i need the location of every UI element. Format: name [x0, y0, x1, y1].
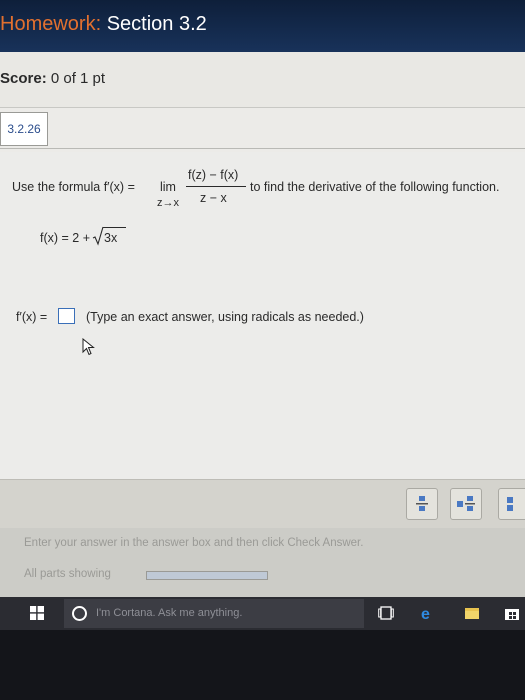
score-value: 0 of 1 pt [50, 70, 106, 87]
score-band: Score: 0 of 1 pt [0, 52, 525, 108]
file-explorer-icon[interactable] [464, 606, 480, 620]
page-title: Homework: Section 3.2 [0, 13, 207, 36]
mouse-pointer-icon [82, 338, 95, 356]
homework-content: Score: 0 of 1 pt 3.2.26 Use the formula … [0, 52, 525, 597]
windows-taskbar: I'm Cortana. Ask me anything. e [0, 597, 525, 630]
edge-browser-icon[interactable]: e [420, 606, 436, 620]
fraction-denominator: z − x [200, 191, 227, 205]
parts-progress-fill [147, 572, 267, 579]
problem-area: Use the formula f′(x) = lim z→x f(z) − f… [0, 152, 525, 497]
homework-label: Homework: [0, 13, 102, 35]
parts-showing-label: All parts showing [24, 568, 111, 580]
score-display: Score: 0 of 1 pt [0, 70, 105, 87]
answer-input-box[interactable] [58, 308, 75, 324]
fraction-bar [186, 186, 246, 187]
function-prefix: f(x) = 2 + [40, 231, 91, 245]
fraction-template-icon [416, 496, 428, 511]
cortana-placeholder: I'm Cortana. Ask me anything. [96, 607, 243, 619]
screen-bezel [0, 630, 525, 700]
radical-sign-icon [92, 226, 104, 246]
more-templates-button[interactable] [498, 488, 525, 520]
task-view-icon[interactable] [378, 606, 394, 620]
fraction-template-button[interactable] [406, 488, 438, 520]
radicand: 3x [104, 231, 118, 245]
instruction-end: to find the derivative of the following … [250, 180, 500, 194]
answer-hint: (Type an exact answer, using radicals as… [86, 310, 364, 324]
windows-logo-icon[interactable] [30, 606, 44, 620]
lim-word: lim [160, 180, 176, 194]
svg-text:e: e [421, 606, 430, 620]
score-label: Score: [0, 70, 47, 87]
tab-problem-id[interactable]: 3.2.26 [0, 112, 48, 146]
cortana-ring-icon [72, 606, 87, 621]
help-text: Enter your answer in the answer box and … [24, 537, 364, 549]
answer-label: f′(x) = [16, 310, 48, 324]
lim-subscript: z→x [157, 197, 179, 209]
math-palette-bar [0, 479, 525, 528]
radical-overbar [103, 227, 126, 228]
store-icon[interactable] [504, 606, 520, 620]
header-bar: Homework: Section 3.2 [0, 0, 525, 52]
instruction-start: Use the formula f′(x) = [12, 180, 135, 194]
question-tab-strip: 3.2.26 [0, 110, 525, 149]
fraction-numerator: f(z) − f(x) [188, 168, 239, 182]
cortana-search-box[interactable]: I'm Cortana. Ask me anything. [64, 599, 364, 628]
mixed-number-template-button[interactable] [450, 488, 482, 520]
section-title: Section 3.2 [106, 13, 207, 35]
template-icon [507, 497, 513, 511]
parts-progress-bar [146, 571, 268, 580]
help-bar: Enter your answer in the answer box and … [0, 528, 525, 597]
mixed-number-template-icon [457, 496, 475, 511]
